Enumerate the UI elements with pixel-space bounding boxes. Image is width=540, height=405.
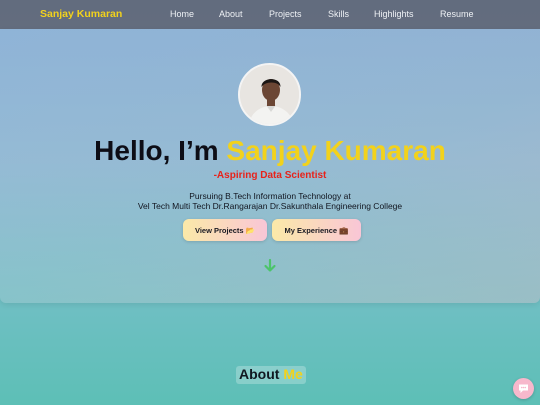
nav-links: Home About Projects Skills Highlights Re… bbox=[0, 9, 540, 21]
hero-description-line1: Pursuing B.Tech Information Technology a… bbox=[189, 191, 351, 201]
view-projects-label: View Projects 📂 bbox=[194, 225, 256, 235]
hero-description-line2: Vel Tech Multi Tech Dr.Rangarajan Dr.Sak… bbox=[137, 201, 403, 211]
chat-button[interactable] bbox=[513, 378, 534, 399]
nav-link-resume[interactable]: Resume bbox=[440, 9, 474, 19]
navbar: Sanjay Kumaran Home About Projects Skill… bbox=[0, 0, 540, 29]
avatar bbox=[238, 63, 301, 126]
hero-name: Sanjay Kumaran bbox=[226, 135, 446, 166]
nav-link-home[interactable]: Home bbox=[170, 9, 194, 19]
about-title-main: About bbox=[239, 366, 280, 382]
about-section-title: About Me bbox=[236, 366, 306, 384]
nav-link-projects[interactable]: Projects bbox=[269, 9, 302, 19]
view-projects-button[interactable]: View Projects 📂 bbox=[183, 219, 267, 241]
hero-headline: Hello, I’m Sanjay Kumaran bbox=[0, 135, 540, 167]
hero-subtitle: -Aspiring Data Scientist bbox=[213, 170, 327, 181]
nav-link-skills[interactable]: Skills bbox=[328, 9, 349, 19]
nav-link-highlights[interactable]: Highlights bbox=[374, 9, 414, 19]
my-experience-button[interactable]: My Experience 💼 bbox=[272, 219, 361, 241]
greeting-text: Hello, I’m bbox=[94, 135, 227, 166]
nav-link-about[interactable]: About bbox=[219, 9, 243, 19]
my-experience-label: My Experience 💼 bbox=[284, 225, 349, 235]
chat-icon bbox=[519, 384, 528, 393]
arrow-down-icon[interactable] bbox=[262, 258, 278, 274]
about-title-accent: Me bbox=[283, 366, 303, 382]
